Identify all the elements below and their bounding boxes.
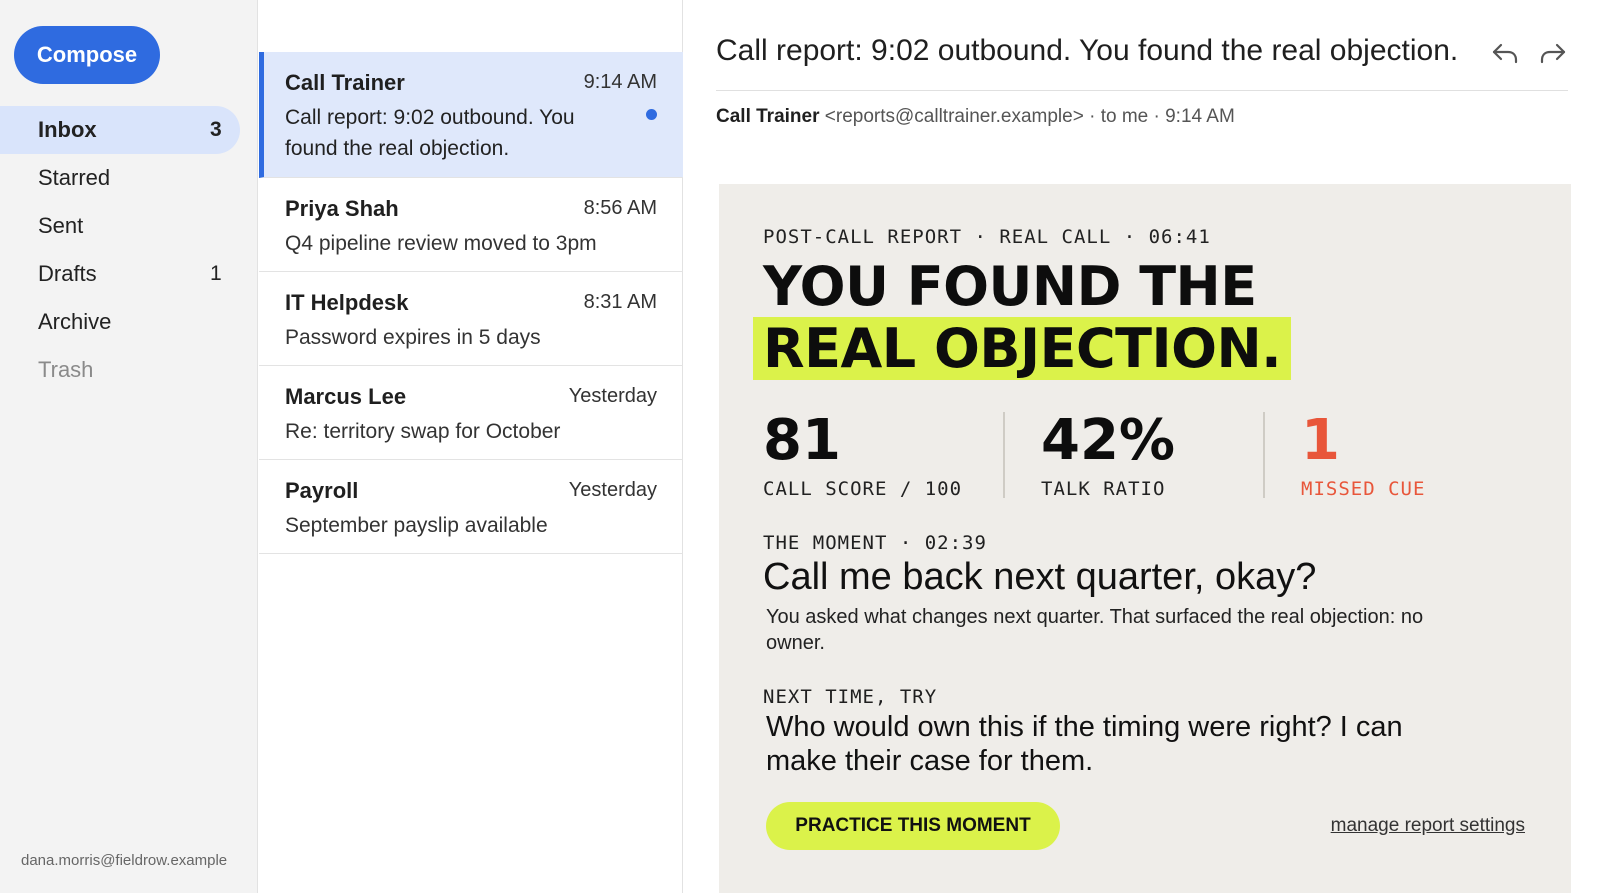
compose-button[interactable]: Compose — [14, 26, 160, 84]
email-subject: Call report: 9:02 outbound. You found th… — [716, 34, 1459, 67]
sidebar-item-label: Archive — [38, 309, 112, 334]
stat-label: MISSED CUE — [1301, 478, 1426, 500]
stat-value: 1 — [1301, 408, 1340, 473]
stat-divider — [1263, 412, 1265, 498]
sender-line: Call Trainer <reports@calltrainer.exampl… — [716, 106, 1235, 128]
stat-talk-ratio: 42% TALK RATIO — [1041, 408, 1176, 501]
next-time-label: NEXT TIME, TRY — [763, 686, 938, 708]
list-item[interactable]: Payroll Yesterday September payslip avai… — [259, 460, 683, 554]
sidebar-item-drafts[interactable]: Drafts 1 — [0, 250, 258, 298]
list-item[interactable]: IT Helpdesk 8:31 AM Password expires in … — [259, 272, 683, 366]
message-subject: Q4 pipeline review moved to 3pm — [285, 232, 597, 255]
moment-quote: Call me back next quarter, okay? — [763, 556, 1317, 598]
stat-value: 81 — [763, 408, 841, 473]
sidebar-item-inbox[interactable]: Inbox 3 — [0, 106, 240, 154]
sidebar-item-label: Inbox — [38, 117, 97, 142]
stat-label: CALL SCORE / 100 — [763, 478, 963, 500]
forward-icon[interactable] — [1538, 38, 1568, 68]
sender-detail: <reports@calltrainer.example> · to me · … — [824, 106, 1235, 127]
next-time-suggestion: Who would own this if the timing were ri… — [766, 711, 1403, 777]
stat-divider — [1003, 412, 1005, 498]
report-headline: YOU FOUND THE REAL OBJECTION. — [753, 255, 1292, 380]
message-list: Call Trainer 9:14 AM Call report: 9:02 o… — [259, 0, 683, 893]
report-eyebrow: POST-CALL REPORT · REAL CALL · 06:41 — [763, 226, 1211, 248]
message-time: 8:56 AM — [583, 197, 657, 219]
stat-label: TALK RATIO — [1041, 478, 1166, 500]
practice-moment-button[interactable]: PRACTICE THIS MOMENT — [766, 802, 1060, 850]
sidebar-item-label: Starred — [38, 165, 111, 190]
message-sender: Call Trainer — [285, 70, 405, 95]
sidebar-item-starred[interactable]: Starred — [0, 154, 258, 202]
sidebar-item-sent[interactable]: Sent — [0, 202, 258, 250]
headline-line-1: YOU FOUND THE — [763, 255, 1257, 318]
message-subject: Re: territory swap for October — [285, 420, 561, 443]
message-sender: IT Helpdesk — [285, 290, 409, 315]
message-time: Yesterday — [568, 479, 657, 501]
reply-icon[interactable] — [1490, 38, 1520, 68]
account-email: dana.morris@fieldrow.example — [21, 852, 228, 869]
sidebar-item-label: Sent — [38, 213, 84, 238]
reading-pane: Call report: 9:02 outbound. You found th… — [684, 0, 1600, 893]
stat-call-score: 81 CALL SCORE / 100 — [763, 408, 963, 501]
message-time: 8:31 AM — [583, 291, 657, 313]
report-card: POST-CALL REPORT · REAL CALL · 06:41 YOU… — [719, 184, 1571, 893]
message-sender: Priya Shah — [285, 196, 399, 221]
unread-dot-icon — [646, 109, 657, 120]
headline-line-2: REAL OBJECTION. — [753, 317, 1292, 380]
message-sender: Marcus Lee — [285, 384, 407, 409]
stats-row: 81 CALL SCORE / 100 42% TALK RATIO 1 MIS… — [763, 408, 1523, 501]
folder-nav: Inbox 3 Starred Sent Drafts 1 Archive Tr… — [0, 106, 258, 394]
message-time: Yesterday — [568, 385, 657, 407]
sidebar-item-trash[interactable]: Trash — [0, 346, 258, 394]
sidebar-item-label: Trash — [38, 357, 94, 382]
header-divider — [716, 90, 1568, 91]
message-time: 9:14 AM — [583, 71, 657, 93]
sender-name: Call Trainer — [716, 106, 820, 127]
list-item[interactable]: Call Trainer 9:14 AM Call report: 9:02 o… — [259, 52, 683, 178]
message-subject: September payslip available — [285, 514, 548, 537]
drafts-count: 1 — [210, 262, 222, 285]
moment-label: THE MOMENT · 02:39 — [763, 532, 987, 554]
moment-body: You asked what changes next quarter. Tha… — [766, 606, 1424, 654]
sidebar: Compose Inbox 3 Starred Sent Drafts 1 Ar… — [0, 0, 258, 893]
list-item[interactable]: Marcus Lee Yesterday Re: territory swap … — [259, 366, 683, 460]
stat-missed-cue: 1 MISSED CUE — [1301, 408, 1426, 501]
message-sender: Payroll — [285, 478, 359, 503]
manage-report-settings-link[interactable]: manage report settings — [1331, 815, 1525, 837]
sidebar-item-archive[interactable]: Archive — [0, 298, 258, 346]
sidebar-item-label: Drafts — [38, 261, 97, 286]
list-item[interactable]: Priya Shah 8:56 AM Q4 pipeline review mo… — [259, 178, 683, 272]
unread-count: 3 — [210, 118, 222, 141]
stat-value: 42% — [1041, 408, 1176, 473]
message-subject: Password expires in 5 days — [285, 326, 541, 349]
message-subject: Call report: 9:02 outbound. You found th… — [285, 106, 575, 160]
